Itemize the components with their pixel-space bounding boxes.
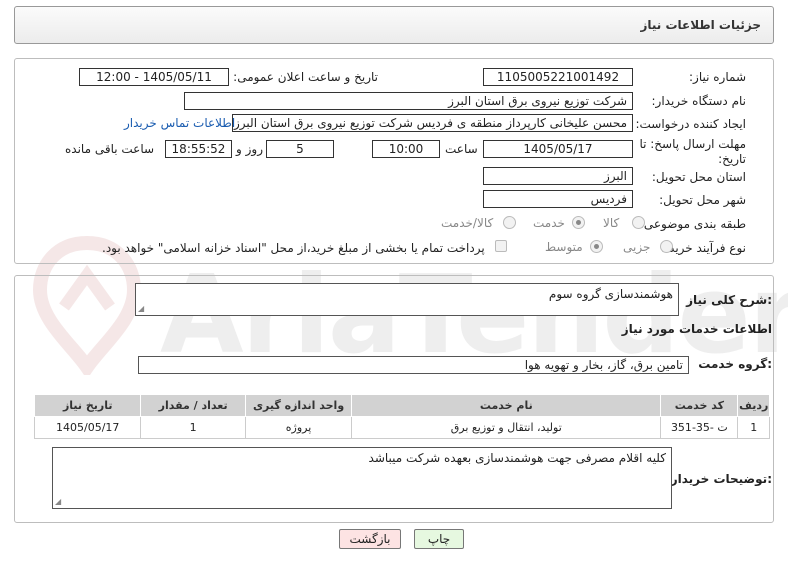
services-table-header: ردیف کد خدمت نام خدمت واحد اندازه گیری ت… xyxy=(33,394,770,417)
service-group-field: تامین برق، گاز، بخار و تهویه هوا xyxy=(138,356,689,374)
cell-service-code: ت -35-351 xyxy=(660,416,739,439)
process-radio-minor[interactable] xyxy=(660,240,673,253)
deadline-label-date: تاریخ: xyxy=(718,152,746,166)
deadline-time-field: 10:00 xyxy=(372,140,440,158)
announce-date-label: تاریخ و ساعت اعلان عمومی: xyxy=(233,70,378,84)
cell-row-number: 1 xyxy=(737,416,770,439)
deadline-label: مهلت ارسال پاسخ: تا xyxy=(639,137,746,151)
days-label: روز و xyxy=(236,142,263,156)
deadline-date-field: 1405/05/17 xyxy=(483,140,633,158)
city-field: فردیس xyxy=(483,190,633,208)
buyer-contact-link[interactable]: اطلاعات تماس خریدار xyxy=(124,116,235,130)
process-radio-medium[interactable] xyxy=(590,240,603,253)
remaining-time-field: 18:55:52 xyxy=(165,140,232,158)
services-table: ردیف کد خدمت نام خدمت واحد اندازه گیری ت… xyxy=(33,394,770,439)
services-section-title: اطلاعات خدمات مورد نیاز xyxy=(621,322,772,336)
need-number-label: شماره نیاز: xyxy=(689,70,746,84)
buyer-notes-field: کلیه اقلام مصرفی جهت هوشمندسازی بعهده شر… xyxy=(52,447,672,509)
announce-date-field: 1405/05/11 - 12:00 xyxy=(79,68,229,86)
buyer-notes-label: توضیحات خریدار: xyxy=(670,472,772,486)
buyer-org-label: نام دستگاه خریدار: xyxy=(651,94,747,108)
need-description-text: هوشمندسازی گروه سوم xyxy=(548,287,673,301)
cell-unit: پروژه xyxy=(244,416,353,439)
need-description-label: شرح کلی نیاز: xyxy=(686,293,772,307)
province-label: استان محل تحویل: xyxy=(651,170,746,184)
service-group-label: گروه خدمت: xyxy=(698,357,772,371)
category-option-goods: کالا xyxy=(603,216,620,230)
col-need-date: تاریخ نیاز xyxy=(33,394,142,417)
resize-handle-icon[interactable]: ◢ xyxy=(55,497,61,506)
category-radio-goods[interactable] xyxy=(632,216,645,229)
cell-service-name: تولید، انتقال و توزیع برق xyxy=(351,416,662,439)
print-button[interactable]: چاپ xyxy=(414,529,464,549)
process-option-minor: جزیی xyxy=(623,240,651,254)
creator-label: ایجاد کننده درخواست: xyxy=(635,117,746,131)
col-service-name: نام خدمت xyxy=(351,394,662,417)
remaining-time-label: ساعت باقی مانده xyxy=(65,142,155,156)
process-label: نوع فرآیند خرید : xyxy=(661,241,746,255)
category-option-service: خدمت xyxy=(533,216,565,230)
category-radio-goods-service[interactable] xyxy=(503,216,516,229)
buyer-org-field: شرکت توزیع نیروی برق استان البرز xyxy=(184,92,633,110)
treasury-payment-note: پرداخت تمام یا بخشی از مبلغ خرید،از محل … xyxy=(102,241,485,255)
days-remaining-field: 5 xyxy=(266,140,334,158)
col-quantity: تعداد / مقدار xyxy=(140,394,246,417)
col-row-number: ردیف xyxy=(737,394,770,417)
category-label: طبقه بندی موضوعی: xyxy=(639,217,746,231)
process-option-medium: متوسط xyxy=(545,240,583,254)
cell-need-date: 1405/05/17 xyxy=(33,416,142,439)
page-title: جزئیات اطلاعات نیاز xyxy=(640,18,761,32)
city-label: شهر محل تحویل: xyxy=(659,193,746,207)
resize-handle-icon[interactable]: ◢ xyxy=(138,304,144,313)
col-unit: واحد اندازه گیری xyxy=(244,394,353,417)
category-option-goods-service: کالا/خدمت xyxy=(441,216,494,230)
col-service-code: کد خدمت xyxy=(660,394,739,417)
need-description-field: هوشمندسازی گروه سوم ◢ xyxy=(135,283,679,316)
treasury-payment-checkbox[interactable] xyxy=(495,240,507,252)
cell-quantity: 1 xyxy=(140,416,246,439)
category-radio-service[interactable] xyxy=(572,216,585,229)
buyer-notes-text: کلیه اقلام مصرفی جهت هوشمندسازی بعهده شر… xyxy=(368,451,666,465)
info-panel xyxy=(14,58,774,264)
back-button[interactable]: بازگشت xyxy=(339,529,401,549)
need-number-field: 1105005221001492 xyxy=(483,68,633,86)
province-field: البرز xyxy=(483,167,633,185)
deadline-time-label: ساعت xyxy=(445,142,478,156)
creator-field: محسن علیخانی کارپرداز منطقه ی فردیس شرکت… xyxy=(232,114,633,132)
page-header: جزئیات اطلاعات نیاز xyxy=(14,6,774,44)
table-row: 1 ت -35-351 تولید، انتقال و توزیع برق پر… xyxy=(33,416,770,439)
